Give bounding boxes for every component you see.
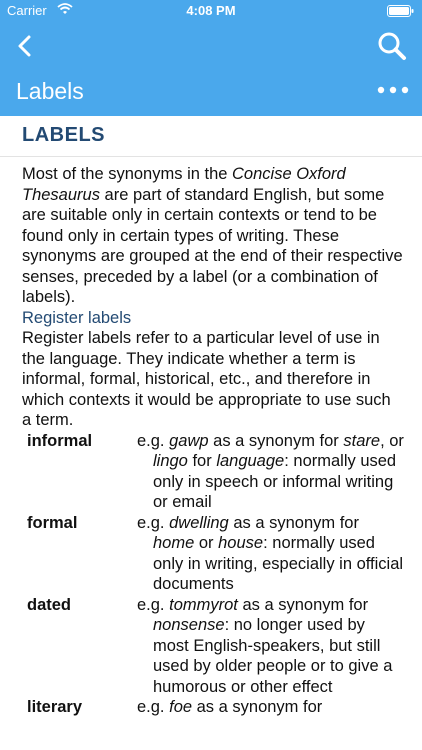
term-definition: e.g. foe as a synonym for bbox=[137, 698, 323, 716]
term-row: dated e.g. tommyrot as a synonym for non… bbox=[22, 595, 404, 698]
more-options-button[interactable] bbox=[376, 82, 410, 98]
app-bar: Carrier 4:08 PM Labels bbox=[0, 0, 422, 116]
article-body: Most of the synonyms in the Concise Oxfo… bbox=[22, 164, 404, 718]
term-row: literary e.g. foe as a synonym for bbox=[22, 697, 404, 718]
term-row: formal e.g. dwelling as a synonym for ho… bbox=[22, 513, 404, 595]
battery-icon bbox=[387, 5, 414, 20]
register-labels-subheading: Register labels bbox=[22, 308, 132, 327]
register-paragraph: Register labels refer to a particular le… bbox=[22, 329, 391, 429]
more-dots-icon bbox=[377, 86, 409, 94]
status-bar: Carrier 4:08 PM bbox=[0, 0, 422, 22]
chevron-left-icon bbox=[18, 35, 31, 57]
intro-paragraph: Most of the synonyms in the Concise Oxfo… bbox=[22, 165, 403, 306]
term-label: formal bbox=[27, 513, 78, 532]
status-time: 4:08 PM bbox=[186, 3, 236, 18]
term-definition: e.g. gawp as a synonym for stare, or lin… bbox=[137, 431, 404, 512]
term-definition: e.g. dwelling as a synonym for home or h… bbox=[137, 513, 404, 594]
term-label: informal bbox=[27, 431, 93, 450]
article-heading: LABELS bbox=[22, 124, 105, 146]
search-button[interactable] bbox=[376, 30, 408, 62]
term-definition: e.g. tommyrot as a synonym for nonsense:… bbox=[137, 595, 393, 696]
heading-divider bbox=[0, 156, 422, 157]
term-row: informal e.g. gawp as a synonym for star… bbox=[22, 431, 404, 513]
page-title: Labels bbox=[16, 78, 84, 104]
search-icon bbox=[378, 32, 406, 60]
term-label: dated bbox=[27, 595, 72, 614]
term-label: literary bbox=[27, 698, 83, 716]
back-button[interactable] bbox=[10, 30, 42, 62]
